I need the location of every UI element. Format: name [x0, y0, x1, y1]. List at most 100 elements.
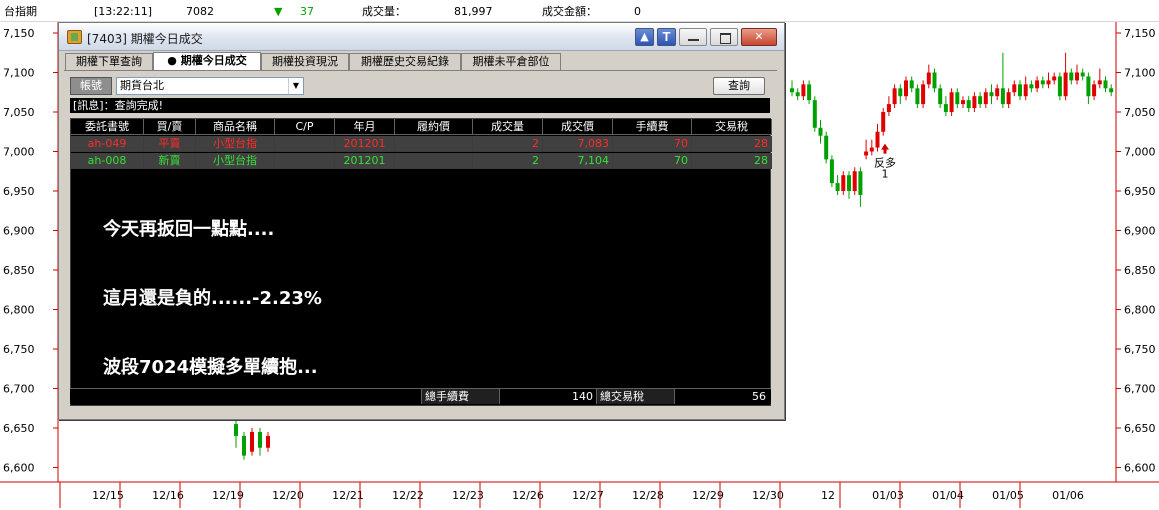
candle	[881, 108, 886, 136]
column-header[interactable]: C/P	[275, 119, 335, 135]
candle-body	[1029, 84, 1034, 89]
candle-body	[875, 131, 880, 148]
candle-body	[1097, 80, 1102, 85]
account-select[interactable]: 期貨台北 ▼	[116, 77, 304, 95]
signal-count: 1	[882, 168, 889, 181]
quote-time: [13:22:11]	[94, 5, 152, 18]
candle-body	[847, 175, 851, 191]
candle	[807, 80, 812, 105]
y-tick-label: 7,100	[3, 67, 35, 80]
top-icon[interactable]: ▲	[635, 28, 654, 46]
candle-body	[921, 84, 926, 105]
y-tick-label: 7,150	[1124, 27, 1156, 40]
close-icon[interactable]: ✕	[741, 28, 777, 46]
volume-label: 成交量：	[362, 5, 406, 18]
candle-body	[1092, 84, 1097, 97]
window-titlebar[interactable]: [7403] 期權今日成交 ▲ T ✕	[59, 23, 784, 51]
column-header[interactable]: 商品名稱	[196, 119, 275, 135]
candle-body	[790, 88, 794, 93]
tab-open-positions[interactable]: 期權未平倉部位	[461, 53, 561, 70]
x-tick-label: 12/21	[332, 489, 364, 502]
x-tick-label: 12/22	[392, 489, 424, 502]
column-header[interactable]: 成交量	[473, 119, 543, 135]
candle	[258, 428, 262, 456]
y-tick-label: 7,050	[3, 106, 35, 119]
tab-trade-history[interactable]: 期權歷史交易紀錄	[349, 53, 461, 70]
candle-body	[1018, 84, 1022, 97]
y-tick-label: 6,850	[3, 264, 35, 277]
column-header[interactable]: 交易稅	[692, 119, 772, 135]
candle-body	[807, 84, 812, 101]
minimize-icon[interactable]	[679, 28, 707, 46]
column-header[interactable]: 成交價	[543, 119, 613, 135]
y-tick-label: 6,850	[1124, 264, 1156, 277]
x-tick-label: 12	[821, 489, 835, 502]
column-header[interactable]: 委託書號	[71, 119, 144, 135]
down-arrow-icon: ▼	[274, 5, 283, 18]
table-cell: 70	[613, 136, 692, 152]
candle-body	[1086, 76, 1091, 97]
candle	[995, 84, 1000, 101]
x-tick-label: 01/04	[932, 489, 964, 502]
candle	[1029, 80, 1034, 93]
tab-positions[interactable]: 期權投資現況	[261, 53, 349, 70]
table-cell	[275, 153, 335, 169]
window-title: [7403] 期權今日成交	[87, 32, 203, 46]
price-change: 37	[300, 5, 314, 18]
candle-body	[978, 96, 983, 105]
note-line: 今天再扳回一點點....	[103, 219, 275, 240]
column-header[interactable]: 買/賣	[144, 119, 196, 135]
note-line: 這月還是負的......-2.23%	[103, 288, 322, 309]
t-icon[interactable]: T	[657, 28, 676, 46]
column-header[interactable]: 年月	[335, 119, 395, 135]
y-tick-label: 6,950	[3, 185, 35, 198]
trades-grid: 委託書號 買/賣 商品名稱 C/P 年月 履約價 成交量 成交價 手續費 交易稅 ah-049 平賣…	[70, 118, 772, 406]
candle-body	[898, 88, 903, 97]
y-tick-label: 7,150	[3, 27, 35, 40]
candle	[795, 88, 800, 101]
dropdown-arrow-icon[interactable]: ▼	[288, 78, 303, 94]
x-tick-label: 12/23	[452, 489, 484, 502]
candle	[1075, 64, 1079, 85]
y-tick-label: 6,900	[3, 225, 35, 238]
candle	[875, 123, 880, 152]
candle	[1052, 72, 1057, 85]
trades-today-window: [7403] 期權今日成交 ▲ T ✕ 期權下單查詢 ● 期權今日成交 期權投資…	[58, 22, 785, 420]
tab-trades-today[interactable]: ● 期權今日成交	[153, 52, 261, 70]
candle-body	[250, 431, 254, 452]
query-button[interactable]: 查詢	[713, 77, 765, 95]
candle	[1040, 76, 1045, 89]
x-tick-label: 01/05	[992, 489, 1024, 502]
candle	[1109, 84, 1114, 97]
total-fee-label: 總手續費	[422, 389, 500, 404]
x-tick-label: 12/28	[632, 489, 664, 502]
column-header[interactable]: 手續費	[613, 119, 692, 135]
candle	[1006, 88, 1011, 109]
table-cell: 201201	[335, 136, 395, 152]
y-tick-label: 6,600	[3, 462, 35, 475]
candle-body	[886, 104, 891, 112]
candle	[915, 84, 920, 109]
candle	[909, 76, 914, 93]
candle	[1023, 76, 1028, 101]
table-cell: 7,104	[543, 153, 613, 169]
candle	[801, 80, 806, 101]
candle	[1086, 72, 1091, 105]
table-cell	[395, 136, 473, 152]
candle-body	[829, 159, 834, 184]
account-value: 期貨台北	[120, 79, 164, 92]
table-cell: 2	[473, 136, 543, 152]
candle	[921, 80, 926, 109]
candle-body	[258, 431, 262, 448]
column-header[interactable]: 履約價	[395, 119, 473, 135]
quote-bar: 台指期 [13:22:11] 7082 ▼ 37 成交量： 81,997 成交金…	[0, 0, 1159, 22]
candle	[818, 119, 823, 144]
account-label: 帳號	[70, 77, 112, 95]
y-tick-label: 6,750	[3, 343, 35, 356]
tab-order-query[interactable]: 期權下單查詢	[65, 53, 153, 70]
candle-body	[943, 104, 948, 112]
candle	[961, 96, 965, 109]
maximize-icon[interactable]	[710, 28, 738, 46]
amount-label: 成交金額：	[542, 5, 597, 18]
table-cell: 小型台指	[196, 153, 275, 169]
